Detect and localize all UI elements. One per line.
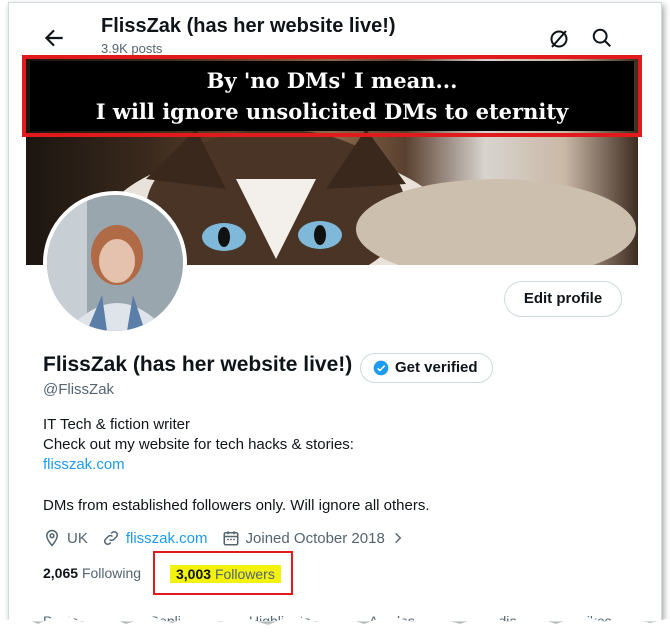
search-icon[interactable]	[591, 27, 613, 49]
following-count: 2,065	[43, 565, 79, 581]
chevron-right-icon	[394, 532, 402, 544]
avatar-photo	[47, 195, 183, 331]
back-arrow-icon[interactable]	[41, 25, 67, 51]
annotation-box-banner	[22, 55, 642, 137]
location-text: UK	[67, 529, 88, 547]
joined-text: Joined October 2018	[245, 529, 385, 547]
grok-icon[interactable]	[547, 27, 571, 51]
bio-link[interactable]: flisszak.com	[43, 455, 354, 475]
bio-line-3: DMs from established followers only. Wil…	[43, 497, 430, 514]
verified-badge-icon	[373, 360, 389, 376]
user-handle: @FlissZak	[43, 381, 115, 398]
following-label: Following	[81, 565, 142, 581]
header-post-count: 3.9K posts	[101, 41, 163, 56]
torn-edge	[0, 614, 670, 638]
profile-window: FlissZak (has her website live!) 3.9K po…	[8, 2, 662, 622]
website[interactable]: flisszak.com	[102, 529, 208, 547]
following-link[interactable]: 2,065 Following	[43, 565, 141, 581]
calendar-icon	[223, 531, 239, 546]
top-bar: FlissZak (has her website live!) 3.9K po…	[9, 3, 661, 56]
bio-line-1: IT Tech & fiction writer	[43, 416, 190, 433]
edit-profile-button[interactable]: Edit profile	[504, 281, 622, 317]
profile-meta: UK flisszak.com Joined October 2018	[43, 529, 419, 547]
avatar[interactable]	[43, 191, 187, 335]
link-icon	[103, 530, 118, 546]
display-name: FlissZak (has her website live!)	[43, 353, 353, 376]
joined-date[interactable]: Joined October 2018	[222, 529, 405, 547]
bio-line-2: Check out my website for tech hacks & st…	[43, 436, 354, 453]
bio: IT Tech & fiction writer Check out my we…	[43, 415, 354, 475]
annotation-box-followers	[153, 551, 293, 595]
header-title: FlissZak (has her website live!)	[101, 15, 396, 37]
website-link[interactable]: flisszak.com	[126, 530, 208, 547]
get-verified-label: Get verified	[395, 359, 478, 376]
location: UK	[43, 529, 88, 547]
get-verified-button[interactable]: Get verified	[360, 353, 493, 383]
location-pin-icon	[45, 529, 59, 547]
